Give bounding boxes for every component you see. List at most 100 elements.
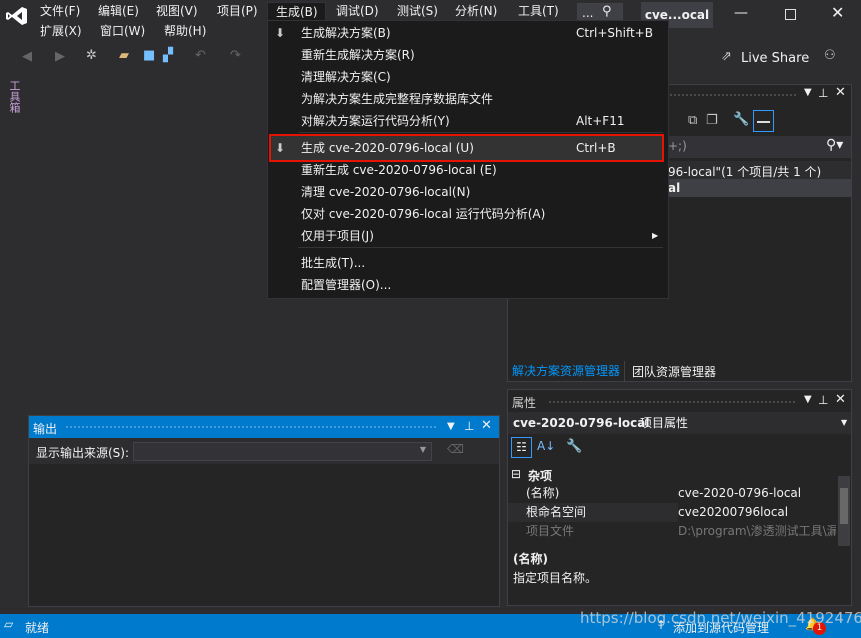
menu-item[interactable]: 为解决方案生成完整程序数据库文件 <box>268 88 668 110</box>
clear-all-icon[interactable]: ⌫ <box>447 442 464 456</box>
maximize-button[interactable] <box>785 9 796 20</box>
watermark: https://blog.csdn.net/weixin_41924764 <box>580 609 861 627</box>
menu-item-shortcut: Alt+F11 <box>576 114 625 128</box>
close-icon[interactable]: ✕ <box>835 85 846 100</box>
menu-tools[interactable]: 工具(T) <box>510 2 567 21</box>
property-row[interactable]: 根命名空间 cve20200796local <box>508 503 838 522</box>
menu-item-label: 生成 cve-2020-0796-local (U) <box>301 141 474 155</box>
category-label: 杂项 <box>528 469 553 483</box>
menu-item-label: 为解决方案生成完整程序数据库文件 <box>301 92 494 106</box>
alphabetical-icon[interactable]: A↓ <box>537 439 555 453</box>
solution-node[interactable]: 96-local"(1 个项目/共 1 个) <box>668 163 821 180</box>
vs-logo <box>6 6 28 26</box>
object-name: cve-2020-0796-local <box>513 416 650 430</box>
description-title: (名称) <box>513 552 548 566</box>
toolbox-tab[interactable]: 工具箱 <box>8 80 22 113</box>
menu-edit[interactable]: 编辑(E) <box>90 2 147 21</box>
scrollbar[interactable] <box>838 476 850 546</box>
collapse-icon[interactable]: ⊟ <box>511 467 521 481</box>
save-all-icon[interactable]: ▞ <box>163 48 173 63</box>
tab-team-explorer[interactable]: 团队资源管理器 <box>632 362 716 382</box>
build-icon: ⬇ <box>275 141 286 155</box>
menu-item-label: 清理解决方案(C) <box>301 70 391 84</box>
property-pages-icon[interactable]: 🔧 <box>566 439 582 454</box>
pin-icon[interactable]: ⊥ <box>464 419 474 433</box>
back-icon[interactable]: ◀ <box>22 49 32 64</box>
build-icon: ⬇ <box>275 26 286 40</box>
menu-item-label: 重新生成 cve-2020-0796-local (E) <box>301 163 497 177</box>
menu-extensions[interactable]: 扩展(X) <box>32 22 90 41</box>
menu-build[interactable]: 生成(B) <box>267 2 326 21</box>
object-type: 项目属性 <box>640 416 689 430</box>
project-node[interactable]: al <box>668 181 680 195</box>
menu-item[interactable]: 重新生成解决方案(R) <box>268 44 668 66</box>
menu-debug[interactable]: 调试(D) <box>328 2 387 21</box>
menu-separator <box>298 247 663 248</box>
object-selector[interactable]: cve-2020-0796-local 项目属性 ▼ <box>508 412 851 434</box>
menu-window[interactable]: 窗口(W) <box>92 22 153 41</box>
search-hint[interactable]: +;) <box>668 139 687 153</box>
menu-help[interactable]: 帮助(H) <box>156 22 214 41</box>
pin-icon[interactable]: ⊥ <box>818 393 828 407</box>
menu-item[interactable]: 对解决方案运行代码分析(Y) Alt+F11 <box>268 110 668 132</box>
categorized-icon[interactable]: ☷ <box>511 437 532 458</box>
save-icon[interactable]: ■ <box>143 48 155 63</box>
minimize-button[interactable]: — <box>734 5 748 21</box>
property-row[interactable]: 项目文件 D:\program\渗透测试工具\漏 <box>508 522 836 541</box>
menu-file[interactable]: 文件(F) <box>32 2 88 21</box>
status-icon: ▱ <box>4 617 14 631</box>
tab-solution-explorer[interactable]: 解决方案资源管理器 <box>507 361 625 382</box>
preview-toggle-icon[interactable] <box>753 110 774 132</box>
menu-item[interactable]: ⬇ 生成 cve-2020-0796-local (U) Ctrl+B <box>269 134 664 162</box>
output-source-label: 显示输出来源(S): <box>36 446 130 460</box>
property-row[interactable]: (名称) cve-2020-0796-local <box>508 484 836 503</box>
dropdown-icon[interactable]: ▼ <box>804 394 812 405</box>
close-icon[interactable]: ✕ <box>481 418 492 433</box>
feedback-icon[interactable]: ⚇ <box>824 48 836 63</box>
menu-analyze[interactable]: 分析(N) <box>447 2 505 21</box>
close-icon[interactable]: ✕ <box>835 392 846 407</box>
status-text: 就绪 <box>25 621 50 635</box>
copy-icon[interactable]: ❐ <box>706 113 718 128</box>
wrench-icon[interactable]: 🔧 <box>733 112 749 127</box>
submenu-arrow-icon: ▶ <box>652 231 659 240</box>
open-folder-icon[interactable]: ▰ <box>119 48 129 63</box>
menu-item-label: 仅对 cve-2020-0796-local 运行代码分析(A) <box>301 207 546 221</box>
menu-item[interactable]: 清理解决方案(C) <box>268 66 668 88</box>
menu-item[interactable]: ⬇ 生成解决方案(B) Ctrl+Shift+B <box>268 22 668 44</box>
pin-icon[interactable]: ⊥ <box>818 86 828 100</box>
output-source-select[interactable]: ▼ <box>133 442 432 461</box>
menu-separator <box>298 132 663 133</box>
menu-item[interactable]: 批生成(T)... <box>268 252 668 274</box>
search-icon: ⚲ <box>602 4 612 19</box>
menu-item[interactable]: 配置管理器(O)... <box>268 274 668 296</box>
undo-icon[interactable]: ↶ <box>195 48 206 63</box>
menu-item-label: 清理 cve-2020-0796-local(N) <box>301 185 471 199</box>
chevron-down-icon: ▼ <box>419 445 426 454</box>
menu-item-label: 批生成(T)... <box>301 256 366 270</box>
forward-icon[interactable]: ▶ <box>55 49 65 64</box>
output-title: 输出 <box>33 422 58 436</box>
menu-item[interactable]: 清理 cve-2020-0796-local(N) <box>268 181 668 203</box>
build-menu: ⬇ 生成解决方案(B) Ctrl+Shift+B 重新生成解决方案(R) 清理解决方案(… <box>267 20 669 299</box>
collapse-icon[interactable]: ⧉ <box>688 113 697 128</box>
menu-view[interactable]: 视图(V) <box>148 2 206 21</box>
search-label: ... <box>582 6 594 20</box>
search-icon[interactable]: ⚲▾ <box>826 137 843 153</box>
chevron-down-icon: ▼ <box>841 418 848 427</box>
live-share-button[interactable]: Live Share <box>741 51 809 66</box>
menu-item[interactable]: 仅用于项目(J) ▶ <box>268 225 668 247</box>
description-text: 指定项目名称。 <box>513 571 598 585</box>
menu-item[interactable]: 重新生成 cve-2020-0796-local (E) <box>268 159 668 181</box>
new-project-icon[interactable]: ✲ <box>86 48 97 63</box>
live-share-icon: ⇗ <box>721 49 732 64</box>
close-button[interactable]: ✕ <box>831 3 844 22</box>
menu-item[interactable]: 仅对 cve-2020-0796-local 运行代码分析(A) <box>268 203 668 225</box>
menu-test[interactable]: 测试(S) <box>389 2 446 21</box>
menu-item-label: 重新生成解决方案(R) <box>301 48 415 62</box>
redo-icon[interactable]: ↷ <box>230 48 241 63</box>
dropdown-icon[interactable]: ▼ <box>804 87 812 98</box>
menu-item-shortcut: Ctrl+B <box>576 141 616 155</box>
menu-project[interactable]: 项目(P) <box>209 2 266 21</box>
dropdown-icon[interactable]: ▼ <box>447 421 455 432</box>
